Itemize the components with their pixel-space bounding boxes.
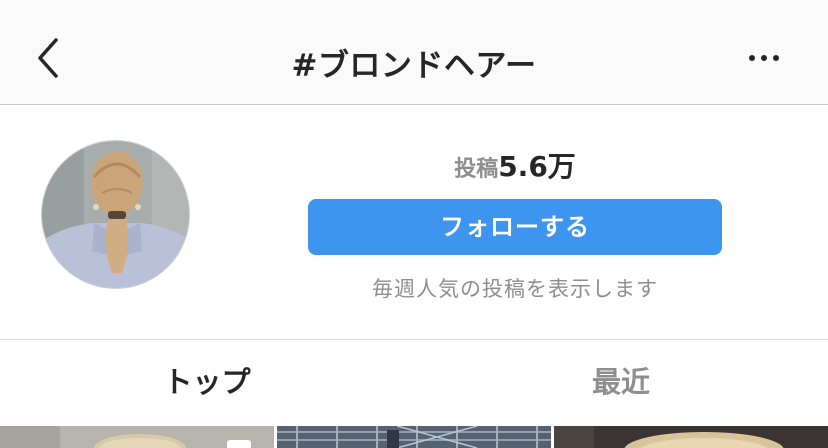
back-button[interactable] bbox=[30, 34, 70, 82]
post-thumbnail[interactable] bbox=[554, 426, 828, 448]
hashtag-avatar bbox=[41, 140, 190, 289]
page-title: #ブロンドヘアー bbox=[291, 48, 537, 84]
more-horizontal-icon bbox=[740, 55, 788, 74]
more-options-button[interactable] bbox=[740, 46, 788, 70]
post-count-value: 5.6万 bbox=[498, 150, 576, 183]
feed-tabs: トップ 最近 bbox=[0, 340, 828, 426]
post-count-label: 投稿 bbox=[454, 157, 499, 182]
tab-recent[interactable]: 最近 bbox=[414, 340, 828, 426]
follow-button[interactable]: フォローする bbox=[308, 199, 722, 255]
hashtag-header: 投稿5.6万 フォローする 毎週人気の投稿を表示します bbox=[0, 105, 828, 340]
chevron-left-icon bbox=[30, 38, 70, 86]
post-count: 投稿5.6万 bbox=[308, 145, 722, 185]
post-thumbnail[interactable] bbox=[277, 426, 551, 448]
post-grid bbox=[0, 426, 828, 448]
multiple-posts-icon bbox=[227, 440, 251, 448]
post-thumbnail[interactable] bbox=[0, 426, 274, 448]
navigation-bar: #ブロンドヘアー bbox=[0, 0, 828, 105]
weekly-top-posts-note: 毎週人気の投稿を表示します bbox=[372, 277, 658, 301]
tab-top[interactable]: トップ bbox=[0, 340, 414, 426]
